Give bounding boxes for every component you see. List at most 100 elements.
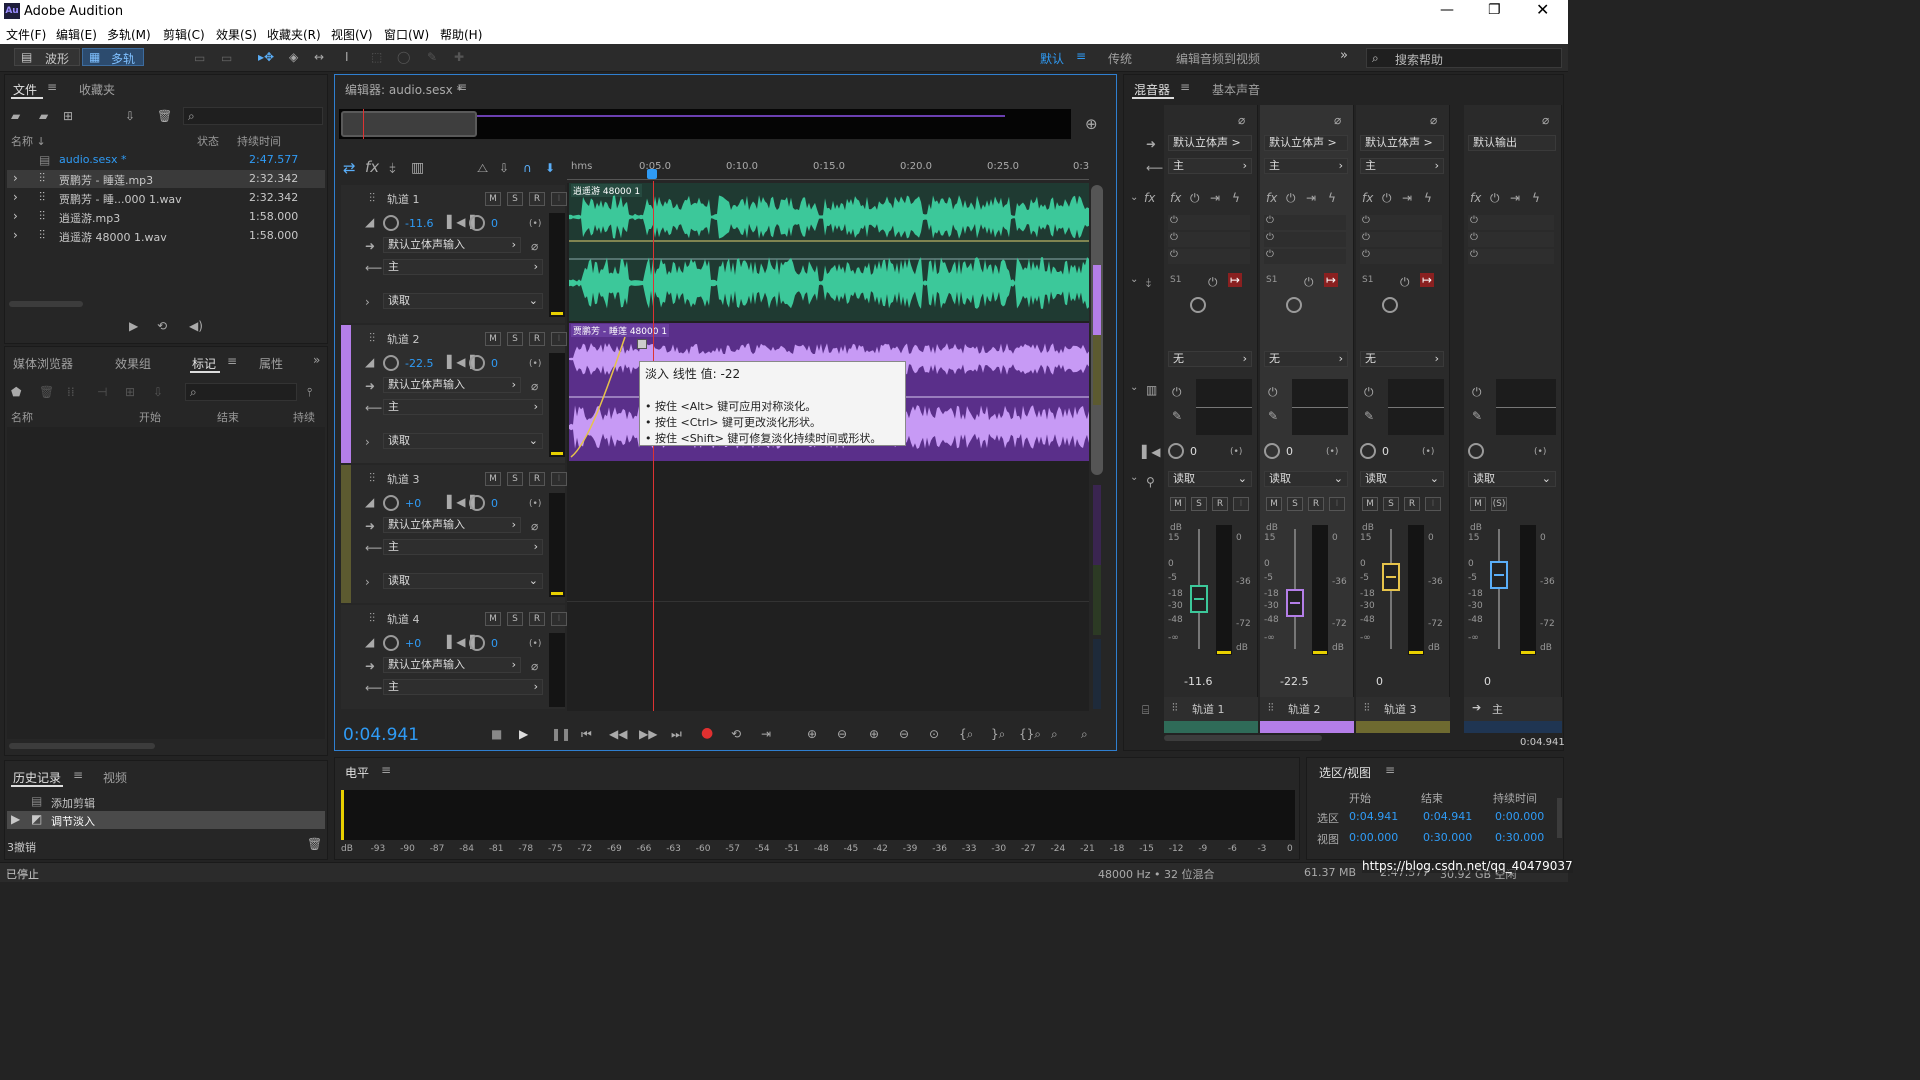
send-to-icon[interactable]: ⇥ (1510, 191, 1520, 205)
workspace-menu-icon[interactable]: ≡ (1076, 49, 1086, 63)
channel-name-strip[interactable]: ⫶⫶ 轨道 2 (1260, 697, 1354, 733)
markers-menu-icon[interactable]: ≡ (227, 354, 237, 368)
stereo-icon[interactable]: (•) (529, 637, 541, 651)
waveform-view-button[interactable]: ▤ 波形 (14, 48, 80, 66)
col-start[interactable]: 开始 (139, 409, 161, 425)
power-icon[interactable]: ⏻ (1208, 275, 1218, 289)
selection-start[interactable]: 0:04.941 (1349, 810, 1398, 823)
rewind-icon[interactable]: ◀◀ (609, 727, 627, 741)
autoplay-icon[interactable]: ◀) (189, 319, 203, 333)
history-item[interactable]: ▶ ◩ 调节淡入 (7, 811, 325, 829)
pan-value[interactable]: 0 (491, 217, 498, 230)
view-start[interactable]: 0:00.000 (1349, 831, 1398, 844)
track-input-select[interactable]: 默认立体声输入 › (383, 657, 521, 673)
bolt-icon[interactable]: ϟ (1328, 191, 1336, 205)
move-tool-icon[interactable]: ▸✥ (258, 50, 274, 64)
effect-slot[interactable]: ⏻ (1468, 232, 1554, 247)
eq-icon[interactable]: ▥ (411, 161, 424, 175)
bolt-icon[interactable]: ϟ (1424, 191, 1432, 205)
metronome-icon[interactable]: ⧍ (477, 161, 488, 175)
files-menu-icon[interactable]: ≡ (47, 80, 57, 94)
mute-button[interactable]: M (485, 612, 501, 626)
channel-mute-button[interactable]: M (1266, 497, 1282, 511)
phase-icon[interactable]: ⌀ (531, 519, 538, 533)
edit-eq-icon[interactable]: ✎ (1364, 409, 1374, 423)
history-item[interactable]: ▤ 添加剪辑 (7, 793, 325, 811)
volume-value[interactable]: 0 (1484, 675, 1491, 688)
channel-solo-button[interactable]: S (1383, 497, 1399, 511)
track-output-select[interactable]: 主 › (383, 679, 543, 695)
send-target-select[interactable]: 无 › (1264, 351, 1348, 367)
zoom-tracks-icon[interactable]: ⌕ (1051, 727, 1058, 741)
volume-value[interactable]: -11.6 (405, 217, 433, 230)
edit-eq-icon[interactable]: ✎ (1268, 409, 1278, 423)
maximize-icon[interactable]: ❐ (1488, 2, 1501, 18)
menu-clip[interactable]: 剪辑(C) (163, 26, 205, 43)
track-input-select[interactable]: 默认立体声输入 › (383, 377, 521, 393)
channel-input-button[interactable]: I (1425, 497, 1441, 511)
file-row[interactable]: › ⫶⫶ 逍遥游 48000 1.wav 1:58.000 (7, 227, 325, 245)
input-monitor-button[interactable]: I (551, 472, 567, 486)
volume-fader[interactable] (1286, 589, 1304, 617)
volume-value[interactable]: +0 (405, 637, 421, 650)
mute-button[interactable]: M (485, 332, 501, 346)
channel-name-strip[interactable]: ⫶⫶ 轨道 1 (1164, 697, 1258, 733)
import-icon[interactable]: ▰ (39, 109, 48, 123)
zoom-in-point-icon[interactable]: {⌕ (959, 727, 973, 741)
close-icon[interactable]: ✕ (1536, 0, 1549, 19)
effect-slot[interactable]: ⏻ (1360, 249, 1442, 264)
power-icon[interactable]: ⏻ (1268, 385, 1278, 399)
pan-value[interactable]: 0 (491, 497, 498, 510)
zoom-full-icon[interactable]: ⊙ (929, 727, 939, 741)
power-icon[interactable]: ⏻ (1304, 275, 1314, 289)
effect-slot[interactable]: ⏻ (1264, 215, 1346, 230)
mixer-menu-icon[interactable]: ≡ (1180, 80, 1190, 94)
loop-playback-icon[interactable]: ⟲ (731, 727, 741, 741)
effect-slot[interactable]: ⏻ (1468, 249, 1554, 264)
send-target-select[interactable]: 无 › (1360, 351, 1444, 367)
track-list-icon[interactable]: ⌸ (1142, 703, 1149, 717)
menu-window[interactable]: 窗口(W) (384, 26, 429, 43)
tab-markers[interactable]: 标记 (192, 355, 216, 372)
channel-record-button[interactable]: R (1404, 497, 1420, 511)
marker-icon[interactable]: ⬟ (11, 385, 21, 399)
pan-value[interactable]: 0 (491, 357, 498, 370)
send-to-icon[interactable]: ⇥ (1402, 191, 1412, 205)
tab-mixer[interactable]: 混音器 (1134, 81, 1170, 98)
zoom-selection-icon[interactable]: {}⌕ (1019, 727, 1041, 741)
volume-value[interactable]: -22.5 (1280, 675, 1308, 688)
snap-icon[interactable]: ∩ (523, 161, 532, 175)
menu-help[interactable]: 帮助(H) (440, 26, 482, 43)
volume-fader[interactable] (1490, 561, 1508, 589)
loop-icon[interactable]: ⟲ (157, 319, 167, 333)
menu-effects[interactable]: 效果(S) (216, 26, 257, 43)
tab-favorites[interactable]: 收藏夹 (79, 81, 115, 98)
track-output-select[interactable]: 主 › (383, 539, 543, 555)
stereo-icon[interactable]: (•) (1534, 445, 1546, 459)
clip-track1[interactable]: 逍遥游 48000 1 (569, 183, 1089, 321)
pan-value[interactable]: 0 (1286, 445, 1293, 458)
send-knob[interactable] (1190, 297, 1206, 313)
volume-knob[interactable] (383, 355, 399, 371)
pan-knob[interactable] (1468, 443, 1484, 459)
channel-output-select[interactable]: 主 › (1168, 158, 1252, 174)
editor-menu-icon[interactable]: ≡ (457, 80, 467, 94)
power-icon[interactable]: ⏻ (1490, 191, 1500, 205)
pre-post-icon[interactable]: ↦ (1324, 273, 1339, 287)
power-icon[interactable]: ⏻ (1382, 191, 1392, 205)
bolt-icon[interactable]: ϟ (1532, 191, 1540, 205)
zoom-reset-icon[interactable]: ⌕ (1081, 727, 1088, 741)
track-name[interactable]: 轨道 1 (387, 191, 420, 207)
go-to-end-icon[interactable]: ⏭ (671, 727, 682, 741)
tab-files[interactable]: 文件 (13, 81, 37, 98)
menu-file[interactable]: 文件(F) (6, 26, 46, 43)
timeline-ruler[interactable]: hms 0:05.0 0:10.0 0:15.0 0:20.0 0:25.0 0… (567, 159, 1089, 181)
delete-history-icon[interactable]: 🗑 (307, 837, 322, 851)
channel-name-strip[interactable]: ➔ 主 (1464, 697, 1562, 733)
channel-mute-button[interactable]: M (1170, 497, 1186, 511)
channel-input-select[interactable]: 默认输出 (1468, 135, 1556, 151)
volume-fader[interactable] (1190, 585, 1208, 613)
channel-mute-button[interactable]: M (1470, 497, 1486, 511)
zoom-out-time-icon[interactable]: ⊖ (899, 727, 909, 741)
selview-title[interactable]: 选区/视图 (1319, 764, 1371, 781)
